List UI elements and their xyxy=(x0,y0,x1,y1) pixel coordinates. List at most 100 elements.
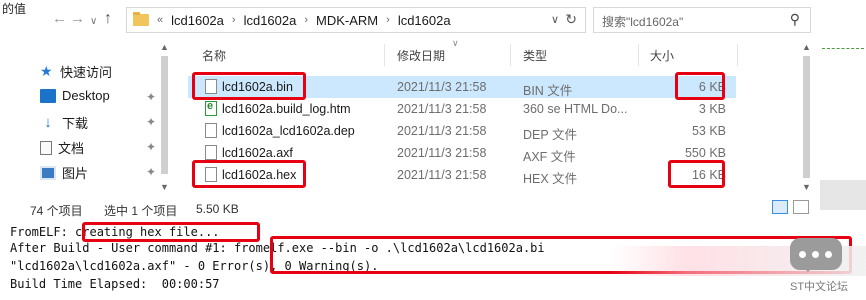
file-icon xyxy=(205,145,217,160)
scroll-up-arrow-icon[interactable]: ▲ xyxy=(802,42,811,52)
search-icon: ⚲ xyxy=(789,11,800,27)
file-date: 2021/11/3 21:58 xyxy=(397,102,487,116)
folder-icon xyxy=(133,12,149,26)
sidebar-item-label: 下载 xyxy=(62,116,89,131)
output-line-build-time: Build Time Elapsed: 00:00:57 xyxy=(10,277,220,291)
corner-fragment-text: 的值 xyxy=(2,2,27,16)
highlight-box-hex-size xyxy=(668,160,725,188)
scrollbar-thumb[interactable] xyxy=(161,56,168,174)
output-prefix: After Build - User command #1: xyxy=(10,241,234,255)
scrollbar-thumb[interactable] xyxy=(803,56,810,178)
pin-icon[interactable]: ✦ xyxy=(146,90,156,104)
breadcrumb-overflow-icon[interactable]: « xyxy=(157,14,163,26)
file-date: 2021/11/3 21:58 xyxy=(397,124,487,138)
bubble-dot xyxy=(825,251,832,258)
file-name: lcd1602a_lcd1602a.dep xyxy=(222,124,355,138)
dashed-divider xyxy=(822,48,864,49)
large-icons-view-icon[interactable] xyxy=(793,200,809,214)
star-icon: ★ xyxy=(40,63,53,79)
sort-chevron-icon: ∨ xyxy=(452,38,459,48)
sidebar-item-label: 图片 xyxy=(62,166,89,181)
sidebar-item-downloads[interactable]: ↓ 下载 xyxy=(40,113,88,132)
file-name: lcd1602a.axf xyxy=(222,146,293,160)
file-size: 550 KB xyxy=(684,146,726,160)
navigation-pane: ★ 快速访问 Desktop ✦ ↓ 下载 ✦ 文档 ✦ 图片 ✦ ▲ ▼ xyxy=(0,40,170,196)
pin-icon[interactable]: ✦ xyxy=(146,165,156,179)
breadcrumb-separator-icon[interactable]: › xyxy=(304,14,308,26)
pin-icon[interactable]: ✦ xyxy=(146,140,156,154)
column-header-size[interactable]: 大小 xyxy=(650,47,674,64)
address-dropdown-chevron-icon[interactable]: ∨ xyxy=(551,13,559,26)
highlight-box-bin-size xyxy=(675,72,725,100)
highlight-box-hex-name xyxy=(192,160,306,188)
status-bar: 74 个项目 选中 1 个项目 5.50 KB xyxy=(0,196,820,220)
column-header-date[interactable]: 修改日期 xyxy=(397,47,445,64)
file-date: 2021/11/3 21:58 xyxy=(397,168,487,182)
column-header-type[interactable]: 类型 xyxy=(523,47,547,64)
bubble-dot xyxy=(799,251,806,258)
sidebar-item-pictures[interactable]: 图片 xyxy=(40,163,88,182)
column-header-row: 名称 修改日期 ∨ 类型 大小 xyxy=(172,38,812,70)
file-name: lcd1602a.build_log.htm xyxy=(222,102,351,116)
file-type: BIN 文件 xyxy=(523,84,573,98)
back-arrow-icon[interactable]: ← xyxy=(52,9,67,29)
breadcrumb-separator-icon[interactable]: › xyxy=(232,14,236,26)
right-panel-fragment xyxy=(820,40,866,220)
sidebar-item-quick-access[interactable]: ★ 快速访问 xyxy=(40,62,112,81)
chat-bubble-icon xyxy=(790,238,842,272)
highlight-box-bin-name xyxy=(192,72,306,100)
selection-size: 5.50 KB xyxy=(196,202,239,216)
column-divider[interactable] xyxy=(384,44,385,66)
sidebar-item-label: 快速访问 xyxy=(60,65,113,80)
recent-locations-chevron-icon[interactable]: ∨ xyxy=(90,12,97,32)
selection-count: 选中 1 个项目 xyxy=(104,204,178,218)
panel-bar xyxy=(820,180,866,210)
watermark-text: ST中文论坛 xyxy=(790,281,849,293)
sidebar-item-desktop[interactable]: Desktop xyxy=(40,88,110,103)
column-divider[interactable] xyxy=(638,44,639,66)
file-list-scrollbar[interactable]: ▲ ▼ xyxy=(802,40,812,196)
item-count: 74 个项目 xyxy=(30,204,83,218)
document-icon xyxy=(40,140,52,155)
scroll-up-arrow-icon[interactable]: ▲ xyxy=(160,42,169,52)
download-icon: ↓ xyxy=(44,114,52,131)
file-row[interactable]: lcd1602a.build_log.htm 2021/11/3 21:58 3… xyxy=(188,98,736,120)
highlight-box-creating-hex xyxy=(82,222,260,242)
desktop-icon xyxy=(40,88,56,103)
sidebar-item-documents[interactable]: 文档 xyxy=(40,138,84,157)
pin-icon[interactable]: ✦ xyxy=(146,115,156,129)
file-icon xyxy=(205,123,217,138)
search-input[interactable]: 搜索"lcd1602a" ⚲ xyxy=(593,7,811,33)
file-size: 3 KB xyxy=(698,102,726,116)
sidebar-item-label: 文档 xyxy=(58,141,85,156)
scroll-down-arrow-icon[interactable]: ▼ xyxy=(802,182,811,192)
breadcrumb-separator-icon[interactable]: › xyxy=(386,14,390,26)
file-type: DEP 文件 xyxy=(523,128,577,142)
scroll-down-arrow-icon[interactable]: ▼ xyxy=(160,182,169,192)
details-view-icon[interactable] xyxy=(772,200,788,214)
file-type: HEX 文件 xyxy=(523,172,578,186)
forward-arrow-icon[interactable]: → xyxy=(70,9,85,29)
column-divider[interactable] xyxy=(737,44,738,66)
breadcrumb-item[interactable]: MDK-ARM xyxy=(316,13,378,28)
search-placeholder: 搜索"lcd1602a" xyxy=(602,15,684,29)
file-date: 2021/11/3 21:58 xyxy=(397,80,487,94)
up-arrow-icon[interactable]: ↑ xyxy=(104,9,112,29)
navigation-scrollbar[interactable]: ▲ ▼ xyxy=(160,40,170,196)
breadcrumb-item[interactable]: lcd1602a xyxy=(244,13,297,28)
address-row: 的值 ← → ∨ ↑ « lcd1602a › lcd1602a › MDK-A… xyxy=(0,0,866,40)
html-file-icon xyxy=(205,100,217,116)
breadcrumb-item[interactable]: lcd1602a xyxy=(171,13,224,28)
file-row[interactable]: lcd1602a_lcd1602a.dep 2021/11/3 21:58 DE… xyxy=(188,120,736,142)
column-header-name[interactable]: 名称 xyxy=(202,47,226,64)
file-size: 53 KB xyxy=(691,124,726,138)
address-bar[interactable]: « lcd1602a › lcd1602a › MDK-ARM › lcd160… xyxy=(126,7,586,33)
sidebar-item-label: Desktop xyxy=(62,88,110,103)
column-divider[interactable] xyxy=(510,44,511,66)
file-type: AXF 文件 xyxy=(523,150,576,164)
refresh-icon[interactable]: ↻ xyxy=(565,11,577,28)
pictures-icon xyxy=(40,165,56,180)
output-prefix: FromELF: xyxy=(10,225,76,239)
file-date: 2021/11/3 21:58 xyxy=(397,146,487,160)
breadcrumb-item[interactable]: lcd1602a xyxy=(398,13,451,28)
